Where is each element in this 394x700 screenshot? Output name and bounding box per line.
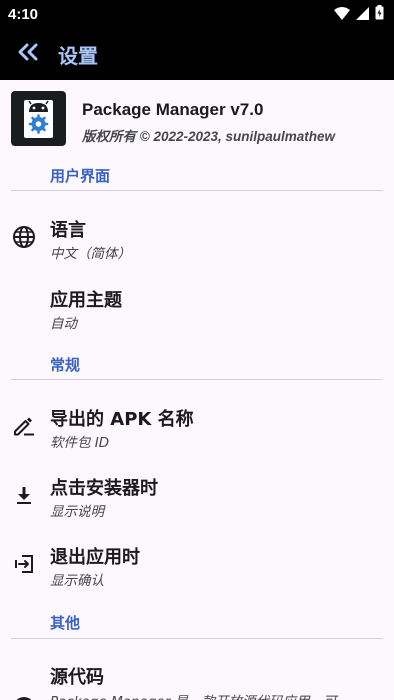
pref-installer-click-summary: 显示说明	[50, 504, 104, 520]
pref-theme[interactable]: 应用主题 自动	[0, 276, 394, 338]
pref-export-name-title: 导出的 APK 名称	[50, 409, 194, 430]
pref-exit-app-summary: 显示确认	[50, 573, 104, 589]
pref-language-summary: 中文（简体）	[50, 246, 131, 262]
divider	[11, 190, 383, 191]
pref-export-name-summary: 软件包 ID	[50, 435, 110, 451]
divider	[11, 379, 383, 380]
section-header-ui: 用户界面	[50, 167, 111, 185]
app-logo	[11, 91, 66, 146]
pref-export-name[interactable]: 导出的 APK 名称 软件包 ID	[0, 395, 394, 457]
back-button[interactable]	[0, 28, 56, 80]
github-icon	[11, 694, 37, 700]
exit-icon	[11, 551, 37, 577]
battery-icon	[375, 4, 384, 24]
section-header-general: 常规	[50, 356, 81, 374]
section-header-other: 其他	[50, 614, 81, 632]
pref-exit-app[interactable]: 退出应用时 显示确认	[0, 533, 394, 595]
pref-installer-click-title: 点击安装器时	[50, 478, 158, 499]
pref-theme-title: 应用主题	[50, 290, 122, 311]
pref-language-title: 语言	[50, 220, 86, 241]
app-copyright: 版权所有 © 2022-2023, sunilpaulmathew	[82, 129, 336, 144]
status-time: 4:10	[8, 5, 39, 23]
pref-source-code[interactable]: 源代码 Package Manager 是一款开放源代码应用，可	[0, 654, 394, 700]
download-icon	[11, 482, 37, 508]
pref-source-code-title: 源代码	[50, 667, 104, 688]
page-title: 设置	[58, 43, 98, 68]
about-header[interactable]: Package Manager v7.0 版权所有 © 2022-2023, s…	[0, 80, 394, 160]
edit-icon	[11, 413, 37, 439]
signal-icon	[356, 5, 369, 24]
pref-exit-app-title: 退出应用时	[50, 547, 140, 568]
settings-list[interactable]: Package Manager v7.0 版权所有 © 2022-2023, s…	[0, 80, 394, 700]
app-name: Package Manager v7.0	[82, 100, 264, 119]
pref-source-code-summary: Package Manager 是一款开放源代码应用，可	[50, 690, 337, 700]
moon-icon	[11, 294, 37, 320]
pref-theme-summary: 自动	[50, 316, 77, 332]
app-bar: 设置	[0, 28, 394, 80]
pref-language[interactable]: 语言 中文（简体）	[0, 206, 394, 268]
double-chevron-left-icon	[17, 43, 39, 65]
wifi-icon	[334, 5, 350, 24]
status-bar: 4:10	[0, 0, 394, 28]
globe-icon	[11, 224, 37, 250]
pref-installer-click[interactable]: 点击安装器时 显示说明	[0, 464, 394, 526]
status-icons	[334, 4, 384, 24]
divider	[11, 638, 383, 639]
